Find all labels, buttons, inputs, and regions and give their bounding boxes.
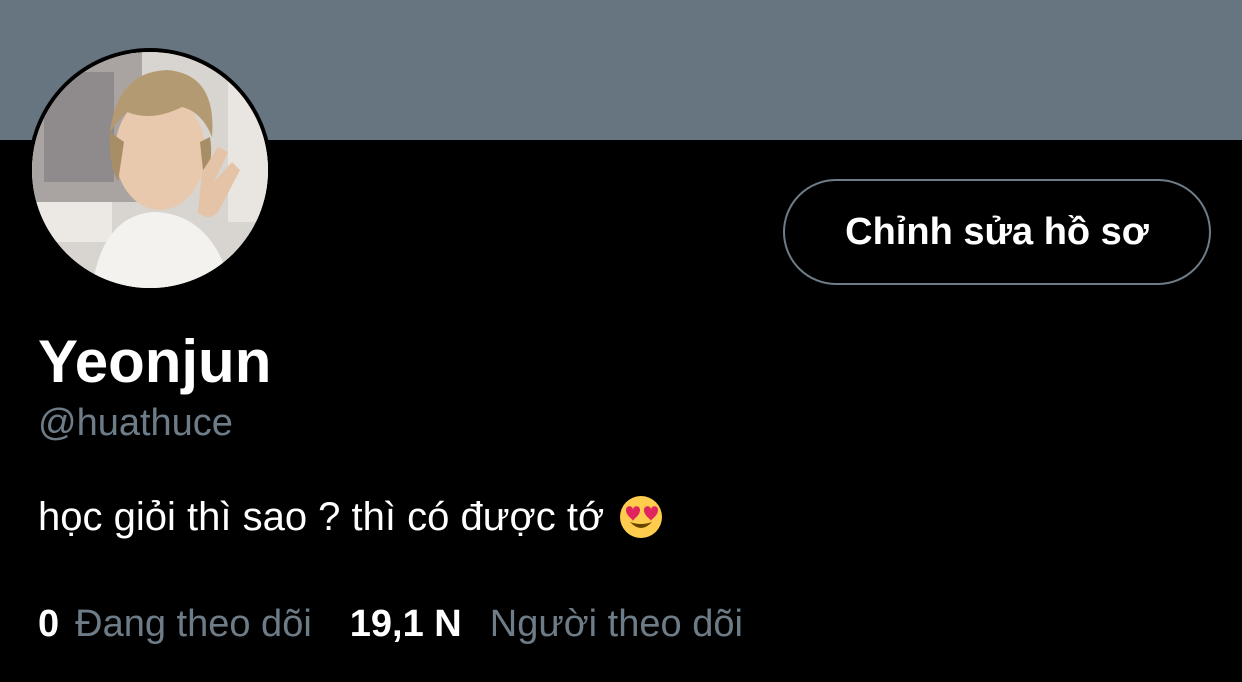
- followers-link[interactable]: 19,1 N Người theo dõi: [350, 600, 743, 648]
- avatar-photo: [32, 52, 268, 288]
- followers-label: Người theo dõi: [489, 603, 743, 645]
- following-link[interactable]: 0 Đang theo dõi: [38, 600, 312, 648]
- edit-profile-button[interactable]: Chỉnh sửa hồ sơ: [783, 179, 1211, 285]
- avatar[interactable]: [32, 52, 268, 288]
- following-label: Đang theo dõi: [75, 603, 312, 645]
- heart-eyes-emoji-icon: [618, 494, 664, 540]
- profile-bio: học giỏi thì sao ? thì có được tớ: [38, 492, 664, 542]
- user-handle: @huathuce: [38, 402, 233, 444]
- bio-text: học giỏi thì sao ? thì có được tớ: [38, 495, 605, 539]
- follow-stats: 0 Đang theo dõi 19,1 N Người theo dõi: [38, 600, 743, 648]
- followers-count: 19,1 N: [349, 603, 462, 645]
- display-name: Yeonjun: [38, 328, 272, 395]
- following-count: 0: [38, 603, 60, 645]
